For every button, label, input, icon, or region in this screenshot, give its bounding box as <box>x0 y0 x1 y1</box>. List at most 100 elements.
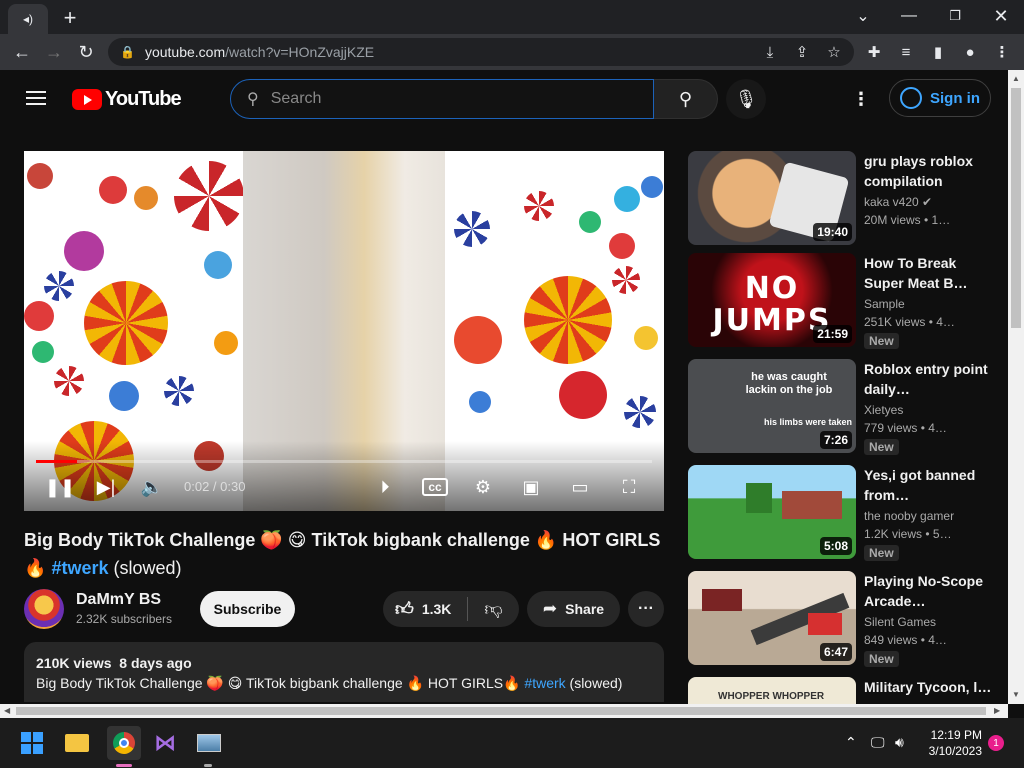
next-button[interactable]: ▶| <box>94 473 118 501</box>
scroll-right-arrow-icon[interactable]: ▶ <box>994 706 1000 715</box>
video-frame-candy <box>99 176 127 204</box>
progress-bar[interactable] <box>36 460 652 463</box>
scroll-left-arrow-icon[interactable]: ◀ <box>4 706 10 715</box>
video-frame-candy <box>214 331 238 355</box>
browser-tab[interactable]: ◂) <box>8 4 48 34</box>
restore-button[interactable]: ❐ <box>932 2 978 30</box>
share-page-icon[interactable]: ⇪ <box>790 40 814 64</box>
chevron-up-icon[interactable]: ⌃ <box>845 734 857 751</box>
visual-studio-icon[interactable]: ⋈ <box>151 729 179 757</box>
video-player[interactable]: ❚❚ ▶| 🔈 0:02 / 0:30 ⏵ cc ⚙ ▣ ▭ ⛶ <box>24 151 664 511</box>
video-frame-candy <box>44 271 74 301</box>
windows-start-icon[interactable] <box>18 729 46 757</box>
description-box[interactable]: 210K views 8 days ago Big Body TikTok Ch… <box>24 642 664 702</box>
bookmark-star-icon[interactable]: ☆ <box>822 40 846 64</box>
dislike-button[interactable]: 👎︎ <box>468 591 519 627</box>
like-button[interactable]: 👍︎ 1.3K <box>383 591 467 627</box>
profile-icon[interactable]: ● <box>958 40 982 64</box>
new-tab-button[interactable]: + <box>58 5 82 30</box>
fullscreen-button[interactable]: ⛶ <box>616 473 642 501</box>
back-button[interactable]: ← <box>8 38 36 66</box>
subscriber-count: 2.32K subscribers <box>76 612 173 626</box>
windows-taskbar: ⋈ ⌃ 🖵 🔊︎ 12:19 PM 3/10/2023 1 <box>0 718 1024 768</box>
description-text: Big Body TikTok Challenge 🍑 😋 TikTok big… <box>36 675 652 692</box>
pause-icon: ❚❚ <box>44 476 76 497</box>
video-frame-candy <box>559 371 607 419</box>
running-app-indicator <box>204 764 212 767</box>
view-count: 210K views <box>36 655 112 671</box>
chrome-taskbar-icon[interactable] <box>107 726 141 760</box>
search-box[interactable]: ⚲ <box>230 79 654 119</box>
close-window-button[interactable]: ✕ <box>978 2 1024 30</box>
chrome-menu-icon[interactable]: ⋮ <box>990 40 1014 64</box>
recommended-channel: Xietyes <box>864 403 904 417</box>
recommended-video[interactable]: WHOPPER WHOPPER Military Tycoon, l… <box>688 677 1008 704</box>
volume-icon[interactable]: 🔊︎ <box>895 734 904 751</box>
recommended-video[interactable]: 6:47 Playing No-Scope Arcade… Silent Gam… <box>688 571 1008 667</box>
recommended-title: gru plays roblox compilation <box>864 153 973 189</box>
vertical-scrollbar[interactable]: ▲ ▼ <box>1008 70 1024 704</box>
video-frame-candy <box>614 186 640 212</box>
settings-button[interactable]: ⚙ <box>470 473 496 501</box>
network-icon[interactable]: 🖵 <box>871 734 885 751</box>
search-button[interactable]: ⚲ <box>654 79 718 119</box>
channel-name[interactable]: DaMmY BS <box>76 591 161 609</box>
system-clock[interactable]: 12:19 PM 3/10/2023 <box>926 727 982 759</box>
miniplayer-button[interactable]: ▣ <box>518 473 544 501</box>
address-bar[interactable]: 🔒 youtube.com/watch?v=HOnZvajjKZE <box>108 38 854 66</box>
video-stats: 210K views 8 days ago <box>36 655 652 671</box>
extensions-icon[interactable]: ✚ <box>862 40 886 64</box>
notification-badge[interactable]: 1 <box>988 735 1004 751</box>
recommended-video[interactable]: 19:40 gru plays roblox compilation kaka … <box>688 151 1008 245</box>
voice-search-button[interactable]: 🎙 <box>726 79 766 119</box>
active-app-indicator <box>116 764 132 767</box>
hashtag-link[interactable]: #twerk <box>51 558 108 578</box>
more-actions-button[interactable]: ··· <box>628 591 664 627</box>
tab-search-button[interactable]: ⌄ <box>840 2 886 30</box>
subscribe-button[interactable]: Subscribe <box>200 591 295 627</box>
channel-avatar[interactable] <box>24 589 64 629</box>
file-explorer-icon[interactable] <box>63 729 91 757</box>
minimize-button[interactable]: — <box>886 2 932 30</box>
autoplay-toggle[interactable]: ⏵ <box>368 473 402 501</box>
side-panel-icon[interactable]: ▮ <box>926 40 950 64</box>
horizontal-scrollbar[interactable]: ◀ ▶ <box>0 704 1008 718</box>
recommended-video[interactable]: he was caught lackin on the job his limb… <box>688 359 1008 455</box>
video-frame-candy <box>134 186 158 210</box>
mute-button[interactable]: 🔈 <box>140 473 164 501</box>
share-button[interactable]: ➦ Share <box>527 591 620 627</box>
thumbnail-caption-line: he was caught <box>751 371 827 383</box>
new-badge: New <box>864 439 899 455</box>
url-domain: youtube.com <box>144 44 226 60</box>
recommended-title: How To Break Super Meat B… <box>864 255 968 291</box>
recommended-video[interactable]: 5:08 Yes,i got banned from… the nooby ga… <box>688 465 1008 561</box>
subtitles-button[interactable]: cc <box>422 478 448 496</box>
description-hashtag[interactable]: #twerk <box>524 675 565 691</box>
pause-button[interactable]: ❚❚ <box>44 473 76 501</box>
settings-menu-icon[interactable]: ⋮ <box>850 87 872 111</box>
description-tail: (slowed) <box>569 675 623 691</box>
image-viewer-icon[interactable] <box>195 729 223 757</box>
search-input[interactable] <box>270 90 631 108</box>
recommended-channel: Silent Games <box>864 615 937 629</box>
time-display: 0:02 / 0:30 <box>184 479 246 494</box>
video-frame-candy <box>27 163 53 189</box>
video-frame-candy <box>174 161 244 231</box>
video-title-tail: (slowed) <box>113 558 182 578</box>
scroll-down-arrow-icon[interactable]: ▼ <box>1012 690 1020 699</box>
hamburger-menu-icon[interactable] <box>26 91 46 105</box>
theater-mode-button[interactable]: ▭ <box>566 473 594 501</box>
recommended-video[interactable]: NO JUMPS 21:59 How To Break Super Meat B… <box>688 253 1008 349</box>
video-duration: 7:26 <box>819 431 852 449</box>
media-control-icon[interactable]: ≡ <box>894 40 918 64</box>
forward-button[interactable]: → <box>40 38 68 66</box>
youtube-logo[interactable]: YouTube <box>72 88 182 111</box>
install-icon[interactable]: ⤓ <box>758 40 782 64</box>
scroll-up-arrow-icon[interactable]: ▲ <box>1012 74 1020 83</box>
scrollbar-thumb[interactable] <box>1011 88 1021 328</box>
recommended-title: Roblox entry point daily… <box>864 361 988 397</box>
like-dislike-group: 👍︎ 1.3K 👎︎ <box>383 591 519 627</box>
sign-in-button[interactable]: Sign in <box>889 79 991 117</box>
scrollbar-thumb[interactable] <box>16 707 986 715</box>
reload-button[interactable]: ↻ <box>72 38 100 66</box>
